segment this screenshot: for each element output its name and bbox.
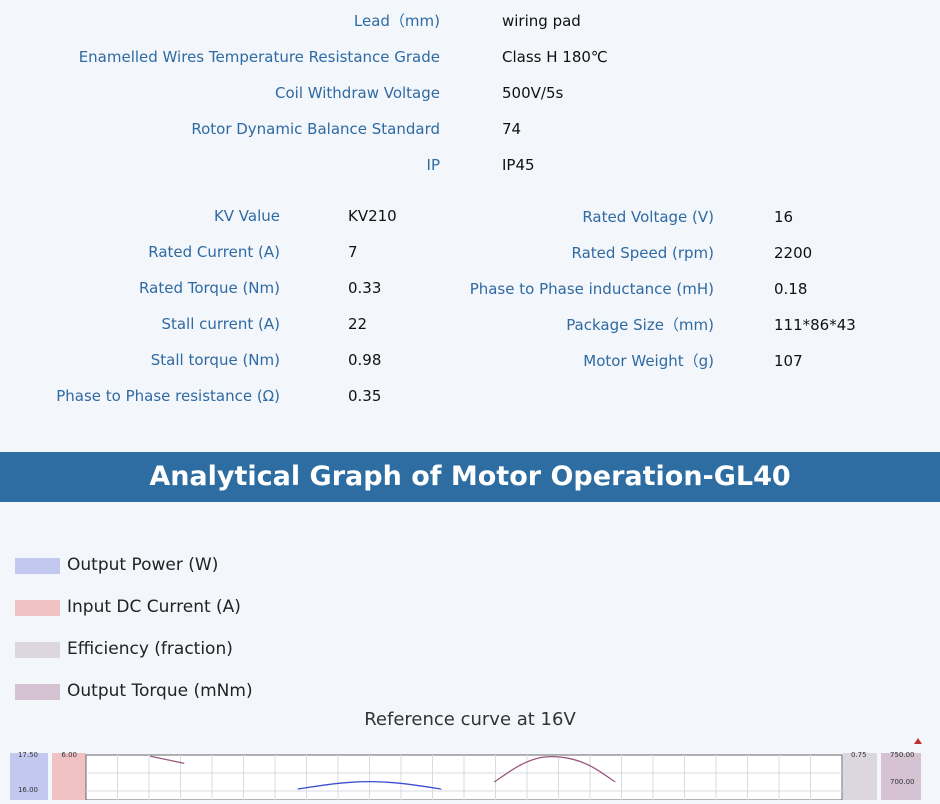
legend-swatch bbox=[15, 558, 60, 574]
spec-left-row-value: KV210 bbox=[348, 207, 397, 225]
spec-top-row-value: wiring pad bbox=[502, 12, 581, 30]
section-banner: Analytical Graph of Motor Operation-GL40 bbox=[0, 452, 940, 502]
spec-top-row-label: IP bbox=[426, 156, 440, 174]
spec-top-row-value: IP45 bbox=[502, 156, 535, 174]
spec-top-row-label: Coil Withdraw Voltage bbox=[275, 84, 440, 102]
spec-right-row-label: Motor Weight（g) bbox=[583, 352, 714, 370]
section-title: Analytical Graph of Motor Operation-GL40 bbox=[149, 461, 791, 492]
spec-right-row-label: Rated Voltage (V) bbox=[582, 208, 714, 226]
spec-right-row-value: 0.18 bbox=[774, 280, 808, 298]
legend-swatch bbox=[15, 642, 60, 658]
spec-top-row-value: Class H 180℃ bbox=[502, 48, 608, 66]
chart-svg: 17.50 16.00 6.00 0.75 750.00 700.00 bbox=[10, 738, 922, 801]
spec-left-row-value: 0.33 bbox=[348, 279, 382, 297]
efficiency-axis-band bbox=[843, 753, 877, 800]
spec-left-row-label: KV Value bbox=[213, 207, 280, 225]
legend-label: Output Power (W) bbox=[67, 555, 219, 575]
chart: 17.50 16.00 6.00 0.75 750.00 700.00 bbox=[0, 735, 940, 801]
spec-top-row-value: 500V/5s bbox=[502, 84, 564, 102]
spec-top-row-label: Lead（mm) bbox=[353, 12, 440, 30]
legend-label: Efficiency (fraction) bbox=[67, 639, 233, 659]
legend-label: Input DC Current (A) bbox=[67, 597, 241, 617]
scroll-up-icon bbox=[914, 738, 922, 744]
spec-right-row-value: 111*86*43 bbox=[774, 316, 856, 334]
spec-top-row-label: Enamelled Wires Temperature Resistance G… bbox=[78, 48, 440, 66]
spec-top-row-value: 74 bbox=[502, 120, 522, 138]
spec-right-row-label: Phase to Phase inductance (mH) bbox=[469, 280, 714, 298]
spec-top-row-label: Rotor Dynamic Balance Standard bbox=[191, 120, 440, 138]
power-tick-label: 16.00 bbox=[18, 786, 38, 794]
spec-left-row-label: Stall torque (Nm) bbox=[150, 351, 280, 369]
chart-title: Reference curve at 16V bbox=[364, 709, 576, 730]
torque-tick-label: 700.00 bbox=[890, 778, 915, 786]
spec-left-row-value: 0.35 bbox=[348, 387, 382, 405]
spec-right-row-value: 2200 bbox=[774, 244, 813, 262]
spec-left-row-label: Rated Current (A) bbox=[148, 243, 280, 261]
legend-swatch bbox=[15, 600, 60, 616]
spec-left-row-value: 22 bbox=[348, 315, 368, 333]
legend-label: Output Torque (mNm) bbox=[67, 681, 253, 701]
efficiency-tick-label: 0.75 bbox=[851, 751, 867, 759]
torque-tick-label: 750.00 bbox=[890, 751, 915, 759]
legend-swatch bbox=[15, 684, 60, 700]
torque-axis-band bbox=[881, 753, 921, 800]
spec-left-row-value: 7 bbox=[348, 243, 358, 261]
spec-right-row-value: 16 bbox=[774, 208, 794, 226]
spec-left-row-label: Phase to Phase resistance (Ω) bbox=[56, 387, 280, 405]
power-tick-label: 17.50 bbox=[18, 751, 38, 759]
current-axis-band bbox=[52, 753, 86, 800]
spec-right-row-label: Package Size（mm) bbox=[566, 316, 714, 334]
spec-right-row-label: Rated Speed (rpm) bbox=[571, 244, 714, 262]
spec-left-row-value: 0.98 bbox=[348, 351, 382, 369]
spec-left-row-label: Stall current (A) bbox=[161, 315, 280, 333]
spec-right-row-value: 107 bbox=[774, 352, 803, 370]
spec-left-row-label: Rated Torque (Nm) bbox=[139, 279, 280, 297]
current-tick-label: 6.00 bbox=[61, 751, 77, 759]
